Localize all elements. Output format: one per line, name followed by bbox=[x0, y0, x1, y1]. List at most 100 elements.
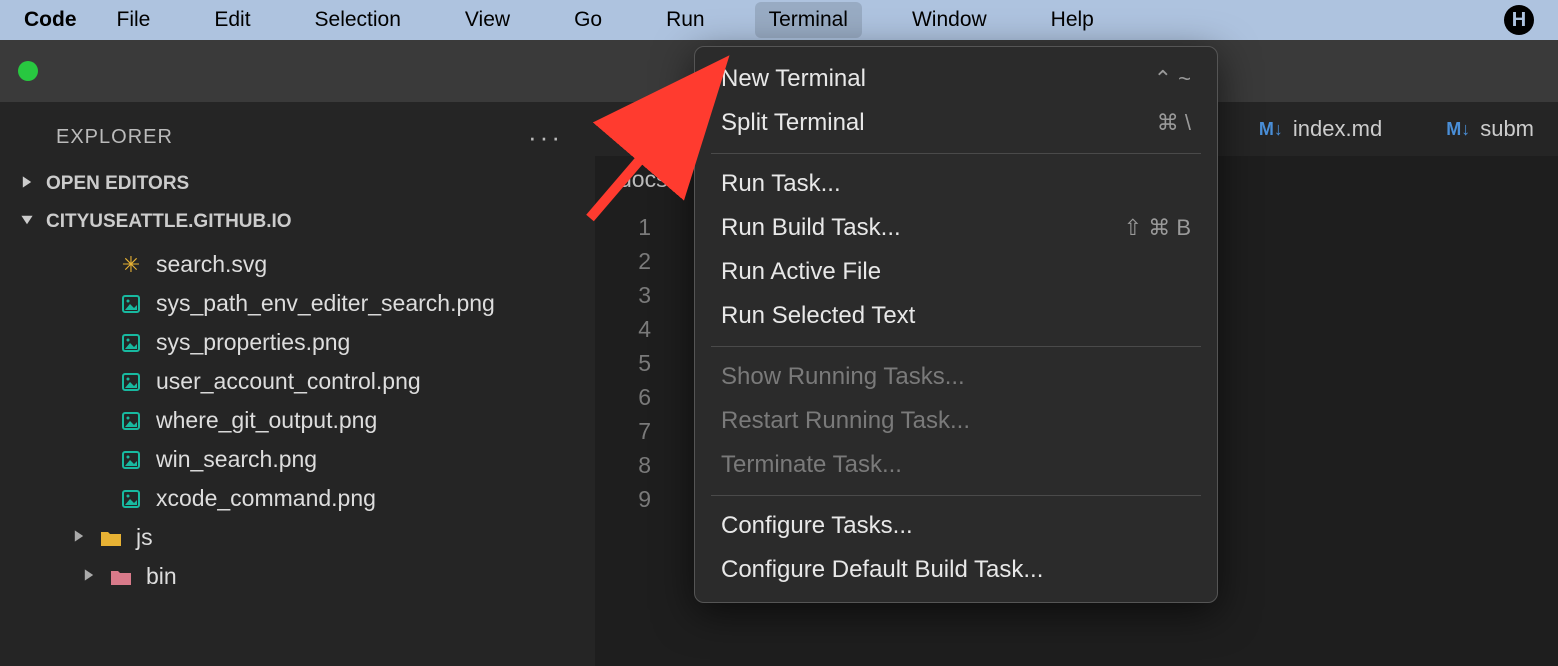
open-editors-label: OPEN EDITORS bbox=[46, 173, 189, 195]
menu-item-label: Split Terminal bbox=[721, 109, 865, 137]
menu-view[interactable]: View bbox=[451, 2, 524, 38]
menu-item-run-task[interactable]: Run Task... bbox=[695, 162, 1217, 206]
menu-item-label: Restart Running Task... bbox=[721, 407, 970, 435]
menu-selection[interactable]: Selection bbox=[301, 2, 415, 38]
menu-item-shortcut: ⌘ \ bbox=[1157, 110, 1191, 136]
help-badge-icon[interactable]: H bbox=[1504, 5, 1534, 35]
folder-icon bbox=[100, 527, 122, 549]
menu-item-terminate-task: Terminate Task... bbox=[695, 443, 1217, 487]
line-number: 1 bbox=[595, 210, 651, 244]
tab-label: index.md bbox=[1293, 116, 1382, 142]
file-item[interactable]: xcode_command.png bbox=[0, 479, 595, 518]
chevron-right-icon bbox=[72, 527, 86, 548]
file-item[interactable]: win_search.png bbox=[0, 440, 595, 479]
terminal-dropdown-menu: New Terminal ⌃ ~ Split Terminal ⌘ \ Run … bbox=[694, 46, 1218, 603]
file-item[interactable]: user_account_control.png bbox=[0, 362, 595, 401]
file-name: sys_path_env_editer_search.png bbox=[156, 290, 495, 317]
file-item[interactable]: ✳ search.svg bbox=[0, 245, 595, 284]
file-name: win_search.png bbox=[156, 446, 317, 473]
project-section[interactable]: CITYUSEATTLE.GITHUB.IO bbox=[0, 203, 595, 241]
app-name: Code bbox=[24, 8, 77, 32]
svg-file-icon: ✳ bbox=[120, 254, 142, 276]
markdown-icon: M↓ bbox=[1446, 119, 1470, 140]
menu-file[interactable]: File bbox=[103, 2, 165, 38]
menu-item-configure-tasks[interactable]: Configure Tasks... bbox=[695, 504, 1217, 548]
image-file-icon bbox=[120, 410, 142, 432]
file-name: user_account_control.png bbox=[156, 368, 421, 395]
menu-item-split-terminal[interactable]: Split Terminal ⌘ \ bbox=[695, 101, 1217, 145]
menu-go[interactable]: Go bbox=[560, 2, 616, 38]
menu-item-label: Run Build Task... bbox=[721, 214, 901, 242]
image-file-icon bbox=[120, 293, 142, 315]
menu-item-restart-running-task: Restart Running Task... bbox=[695, 399, 1217, 443]
folder-name: js bbox=[136, 524, 153, 551]
sidebar: EXPLORER ··· OPEN EDITORS CITYUSEATTLE.G… bbox=[0, 102, 595, 666]
menu-item-label: Run Task... bbox=[721, 170, 841, 198]
menu-item-shortcut: ⌃ ~ bbox=[1154, 66, 1191, 92]
menu-separator bbox=[711, 346, 1201, 347]
explorer-header: EXPLORER ··· bbox=[0, 102, 595, 165]
line-number: 2 bbox=[595, 244, 651, 278]
file-item[interactable]: where_git_output.png bbox=[0, 401, 595, 440]
tab-label: subm bbox=[1480, 116, 1534, 142]
line-number: 3 bbox=[595, 278, 651, 312]
image-file-icon bbox=[120, 371, 142, 393]
file-name: xcode_command.png bbox=[156, 485, 376, 512]
folder-item[interactable]: bin bbox=[0, 557, 595, 596]
file-name: sys_properties.png bbox=[156, 329, 350, 356]
menu-help[interactable]: Help bbox=[1037, 2, 1108, 38]
menu-run[interactable]: Run bbox=[652, 2, 719, 38]
line-number: 4 bbox=[595, 312, 651, 346]
menu-edit[interactable]: Edit bbox=[200, 2, 264, 38]
menu-item-configure-default-build[interactable]: Configure Default Build Task... bbox=[695, 548, 1217, 592]
markdown-icon: M↓ bbox=[1259, 119, 1283, 140]
open-editors-section[interactable]: OPEN EDITORS bbox=[0, 165, 595, 203]
menu-item-shortcut: ⇧ ⌘ B bbox=[1124, 215, 1191, 241]
line-number: 5 bbox=[595, 346, 651, 380]
file-name: where_git_output.png bbox=[156, 407, 377, 434]
menu-item-label: New Terminal bbox=[721, 65, 866, 93]
image-file-icon bbox=[120, 449, 142, 471]
chevron-right-icon bbox=[20, 173, 36, 195]
menu-item-label: Run Selected Text bbox=[721, 302, 915, 330]
tab-label: vs bbox=[673, 116, 695, 142]
explorer-more-icon[interactable]: ··· bbox=[528, 122, 563, 153]
line-number-gutter: 1 2 3 4 5 6 7 8 9 bbox=[595, 210, 665, 516]
menu-separator bbox=[711, 153, 1201, 154]
menu-separator bbox=[711, 495, 1201, 496]
image-file-icon bbox=[120, 488, 142, 510]
file-tree: ✳ search.svg sys_path_env_editer_search.… bbox=[0, 241, 595, 596]
line-number: 6 bbox=[595, 380, 651, 414]
image-file-icon bbox=[120, 332, 142, 354]
explorer-title: EXPLORER bbox=[56, 126, 173, 149]
project-name: CITYUSEATTLE.GITHUB.IO bbox=[46, 211, 292, 233]
menu-item-run-build-task[interactable]: Run Build Task... ⇧ ⌘ B bbox=[695, 206, 1217, 250]
folder-icon bbox=[110, 566, 132, 588]
menu-item-run-active-file[interactable]: Run Active File bbox=[695, 250, 1217, 294]
menu-item-label: Show Running Tasks... bbox=[721, 363, 965, 391]
chevron-down-icon bbox=[20, 211, 36, 233]
menu-item-show-running-tasks: Show Running Tasks... bbox=[695, 355, 1217, 399]
menu-terminal[interactable]: Terminal bbox=[755, 2, 862, 38]
editor-tab[interactable]: M↓ index.md bbox=[1235, 104, 1422, 154]
menu-item-label: Configure Tasks... bbox=[721, 512, 913, 540]
line-number: 9 bbox=[595, 482, 651, 516]
chevron-right-icon bbox=[82, 566, 96, 587]
file-name: search.svg bbox=[156, 251, 267, 278]
file-item[interactable]: sys_properties.png bbox=[0, 323, 595, 362]
menu-item-run-selected-text[interactable]: Run Selected Text bbox=[695, 294, 1217, 338]
menu-item-new-terminal[interactable]: New Terminal ⌃ ~ bbox=[695, 57, 1217, 101]
menu-item-label: Run Active File bbox=[721, 258, 881, 286]
line-number: 7 bbox=[595, 414, 651, 448]
menu-window[interactable]: Window bbox=[898, 2, 1001, 38]
menu-item-label: Configure Default Build Task... bbox=[721, 556, 1043, 584]
menubar: Code File Edit Selection View Go Run Ter… bbox=[0, 0, 1558, 40]
menu-item-label: Terminate Task... bbox=[721, 451, 902, 479]
markdown-icon: M↓ bbox=[639, 119, 663, 140]
folder-name: bin bbox=[146, 563, 177, 590]
line-number: 8 bbox=[595, 448, 651, 482]
traffic-light-green-icon[interactable] bbox=[18, 61, 38, 81]
editor-tab[interactable]: M↓ subm bbox=[1422, 104, 1558, 154]
folder-item[interactable]: js bbox=[0, 518, 595, 557]
file-item[interactable]: sys_path_env_editer_search.png bbox=[0, 284, 595, 323]
